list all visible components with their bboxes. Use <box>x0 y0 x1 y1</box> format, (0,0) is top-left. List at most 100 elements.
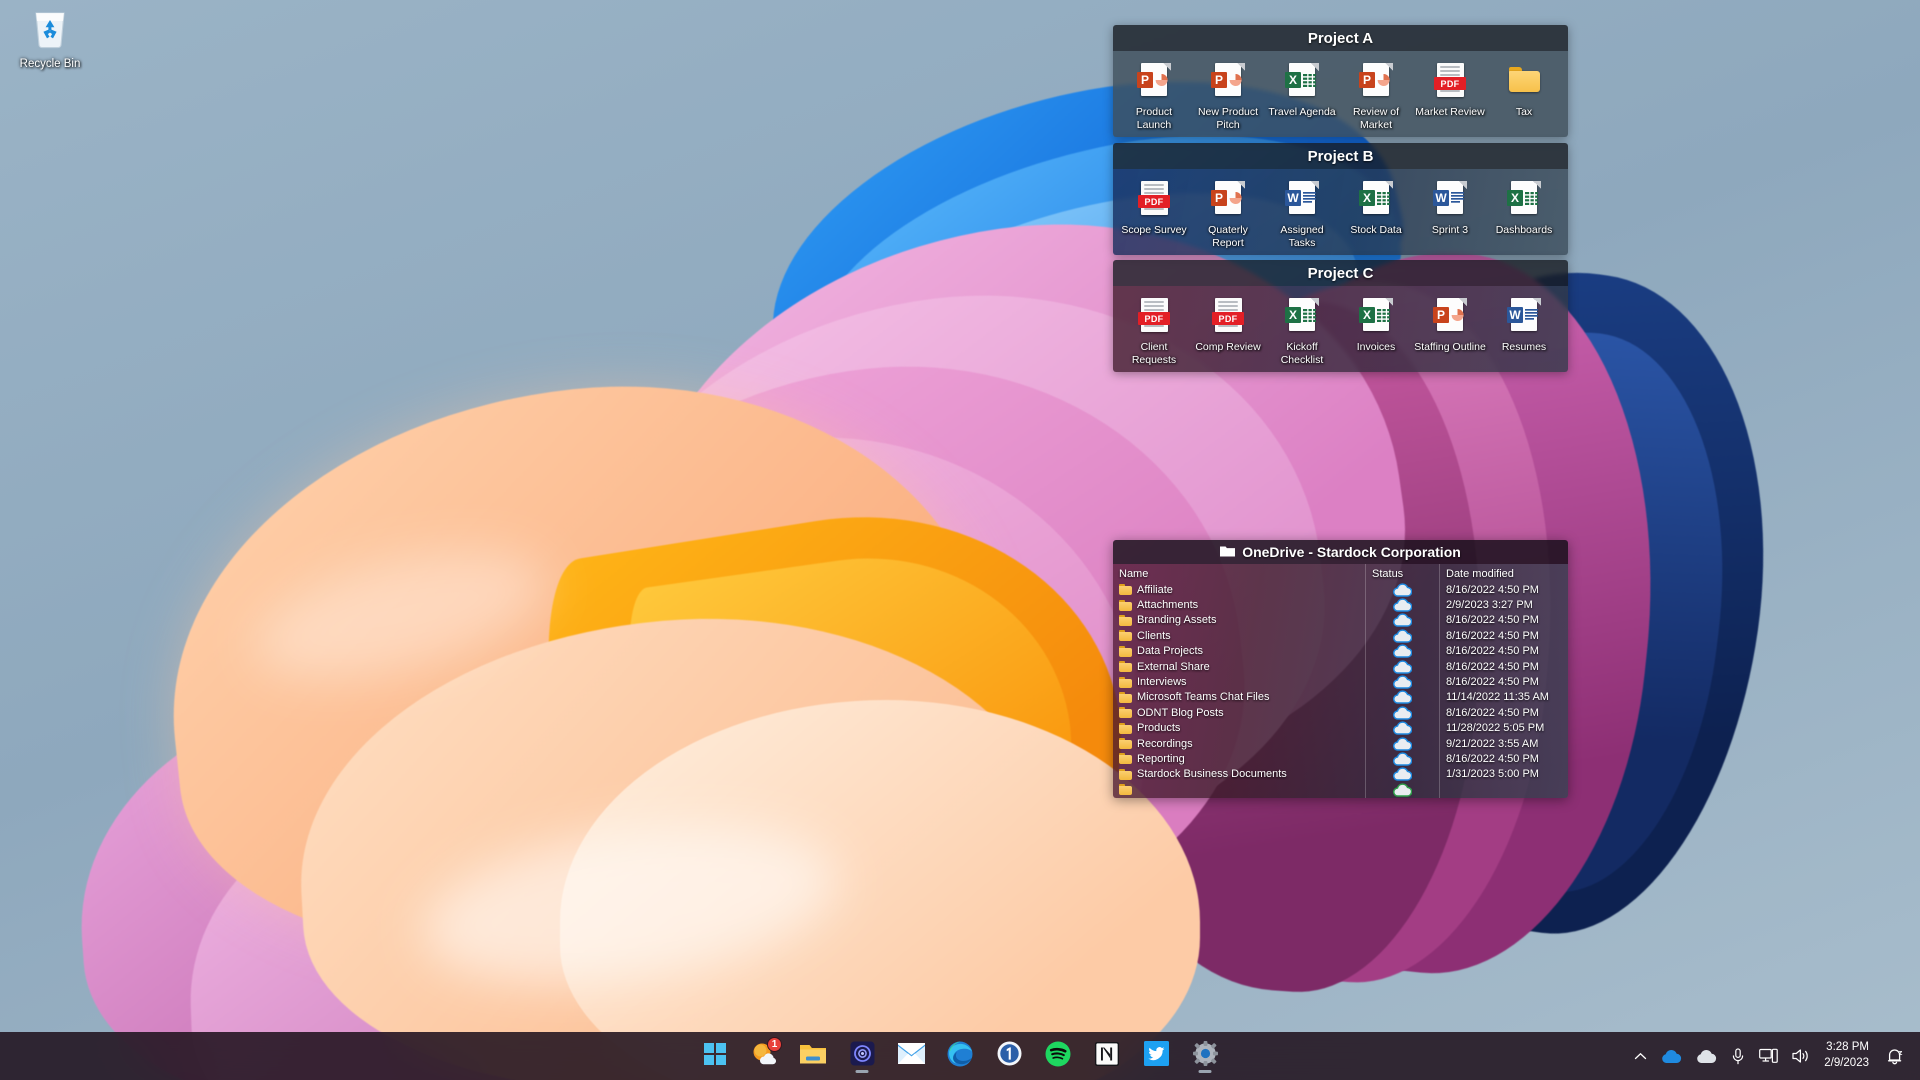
onedrive-row-date: 11/14/2022 11:35 AM <box>1446 691 1549 704</box>
tray-notifications[interactable]: z <box>1879 1036 1912 1076</box>
taskbar-button-groove[interactable] <box>842 1036 882 1076</box>
tray-onedrive-personal[interactable] <box>1689 1036 1724 1076</box>
folder-icon <box>1119 645 1132 657</box>
column-separator <box>1365 564 1366 798</box>
taskbar-button-onepassword[interactable] <box>989 1036 1029 1076</box>
fence-panel-project-b[interactable]: Project B PDF Scope Survey P Quaterly Re… <box>1113 143 1568 255</box>
tray-microphone[interactable] <box>1724 1036 1752 1076</box>
onedrive-row[interactable]: External Share 8/16/2022 4:50 PM <box>1113 659 1568 674</box>
cloud-online-icon <box>1365 752 1439 766</box>
onedrive-row[interactable]: Products 11/28/2022 5:05 PM <box>1113 721 1568 736</box>
onedrive-row[interactable]: Stardock Business Documents 1/31/2023 5:0… <box>1113 767 1568 782</box>
column-header-date-modified[interactable]: Date modified <box>1439 568 1568 580</box>
fence-item-review-of-market[interactable]: P Review of Market <box>1339 62 1413 132</box>
onedrive-row-name-text: ODNT Blog Posts <box>1137 706 1224 719</box>
active-indicator <box>1198 1070 1212 1073</box>
taskbar-clock[interactable]: 3:28 PM 2/9/2023 <box>1818 1036 1879 1076</box>
settings-gear-icon <box>1192 1041 1218 1071</box>
column-header-name[interactable]: Name <box>1113 568 1365 580</box>
fence-item-assigned-tasks[interactable]: W Assigned Tasks <box>1265 180 1339 250</box>
onedrive-row-date: 8/16/2022 4:50 PM <box>1446 752 1539 765</box>
excel-file-icon: X <box>1507 180 1541 220</box>
onedrive-row[interactable]: Reporting 8/16/2022 4:50 PM <box>1113 751 1568 766</box>
onedrive-row[interactable]: Recordings 9/21/2022 3:55 AM <box>1113 736 1568 751</box>
fence-item-product-launch[interactable]: P Product Launch <box>1117 62 1191 132</box>
pdf-file-icon: PDF <box>1137 297 1171 337</box>
fence-item-invoices[interactable]: X Invoices <box>1339 297 1413 354</box>
fence-item-dashboards[interactable]: X Dashboards <box>1487 180 1561 237</box>
twitter-icon <box>1143 1041 1169 1071</box>
fence-item-label: Travel Agenda <box>1268 106 1336 118</box>
powerpoint-file-icon: P <box>1359 62 1393 102</box>
onedrive-row-name: Affiliate <box>1113 584 1365 596</box>
taskbar-button-mail[interactable] <box>891 1036 931 1076</box>
onedrive-row[interactable]: Branding Assets 8/16/2022 4:50 PM <box>1113 613 1568 628</box>
network-icon <box>1759 1048 1779 1063</box>
onedrive-row-name: Products <box>1113 722 1365 734</box>
pdf-file-icon: PDF <box>1211 297 1245 337</box>
fence-item-sprint-3[interactable]: W Sprint 3 <box>1413 180 1487 237</box>
taskbar-button-start[interactable] <box>695 1036 735 1076</box>
taskbar-button-notion[interactable] <box>1087 1036 1127 1076</box>
onedrive-row[interactable]: Affiliate 8/16/2022 4:50 PM <box>1113 582 1568 597</box>
tray-volume[interactable] <box>1785 1036 1818 1076</box>
taskbar-button-file-explorer[interactable] <box>793 1036 833 1076</box>
tray-show-hidden-icons[interactable] <box>1627 1036 1654 1076</box>
cloud-online-icon <box>1365 629 1439 643</box>
fence-item-label: Client Requests <box>1131 341 1177 367</box>
cloud-online-icon <box>1365 598 1439 612</box>
fence-item-client-requests[interactable]: PDF Client Requests <box>1117 297 1191 367</box>
tray-onedrive-synced[interactable] <box>1654 1036 1689 1076</box>
fence-item-travel-agenda[interactable]: X Travel Agenda <box>1265 62 1339 119</box>
onedrive-row-name-text: Stardock Business Documents <box>1137 768 1287 781</box>
fence-item-market-review[interactable]: PDF Market Review <box>1413 62 1487 119</box>
tray-network[interactable] <box>1752 1036 1785 1076</box>
excel-file-icon: X <box>1285 62 1319 102</box>
onedrive-panel-title[interactable]: OneDrive - Stardock Corporation <box>1113 540 1568 564</box>
fence-item-tax[interactable]: Tax <box>1487 62 1561 119</box>
fence-item-quaterly-report[interactable]: P Quaterly Report <box>1191 180 1265 250</box>
column-header-status[interactable]: Status <box>1365 568 1439 580</box>
onedrive-row-name: Attachments <box>1113 599 1365 611</box>
onedrive-row[interactable]: ODNT Blog Posts 8/16/2022 4:50 PM <box>1113 705 1568 720</box>
speaker-icon <box>1792 1049 1808 1063</box>
onedrive-row-name-text: Clients <box>1137 629 1171 642</box>
mail-icon <box>897 1043 925 1069</box>
onedrive-row-name: ODNT Blog Posts <box>1113 707 1365 719</box>
fence-item-label: Market Review <box>1415 106 1485 118</box>
fence-title-project-b[interactable]: Project B <box>1113 143 1568 169</box>
onedrive-row-name-text: Data Projects <box>1137 645 1204 658</box>
onedrive-row[interactable]: Interviews 8/16/2022 4:50 PM <box>1113 674 1568 689</box>
onedrive-row-partial[interactable] <box>1113 782 1568 797</box>
powerpoint-file-icon: P <box>1211 62 1245 102</box>
onedrive-column-headers: Name Status Date modified <box>1113 564 1568 582</box>
onedrive-row-name: Reporting <box>1113 753 1365 765</box>
folder-icon <box>1119 614 1132 626</box>
fence-item-new-product-pitch[interactable]: P New Product Pitch <box>1191 62 1265 132</box>
onedrive-row[interactable]: Clients 8/16/2022 4:50 PM <box>1113 628 1568 643</box>
fence-item-kickoff-checklist[interactable]: X Kickoff Checklist <box>1265 297 1339 367</box>
desktop-icon-recycle-bin[interactable]: Recycle Bin <box>8 6 92 72</box>
taskbar-button-settings[interactable] <box>1185 1036 1225 1076</box>
onedrive-row-name-text: Microsoft Teams Chat Files <box>1137 691 1270 704</box>
onedrive-row[interactable]: Attachments 2/9/2023 3:27 PM <box>1113 597 1568 612</box>
onedrive-file-grid[interactable]: Name Status Date modified Affiliate 8/16/… <box>1113 564 1568 798</box>
taskbar-button-widgets[interactable]: 1 <box>744 1036 784 1076</box>
fence-item-stock-data[interactable]: X Stock Data <box>1339 180 1413 237</box>
fence-item-staffing-outline[interactable]: P Staffing Outline <box>1413 297 1487 354</box>
onedrive-row[interactable]: Microsoft Teams Chat Files 11/14/2022 11:… <box>1113 690 1568 705</box>
fence-item-comp-review[interactable]: PDF Comp Review <box>1191 297 1265 354</box>
fence-title-project-a[interactable]: Project A <box>1113 25 1568 51</box>
fence-panel-project-c[interactable]: Project C PDF Client Requests PDF Comp R… <box>1113 260 1568 372</box>
fence-title-project-c[interactable]: Project C <box>1113 260 1568 286</box>
fence-panel-onedrive[interactable]: OneDrive - Stardock Corporation Name Sta… <box>1113 540 1568 798</box>
taskbar-button-spotify[interactable] <box>1038 1036 1078 1076</box>
fence-panel-project-a[interactable]: Project A P Product Launch P New Product… <box>1113 25 1568 137</box>
taskbar-button-edge[interactable] <box>940 1036 980 1076</box>
taskbar-button-twitter[interactable] <box>1136 1036 1176 1076</box>
onedrive-row-name: Recordings <box>1113 738 1365 750</box>
cloud-online-icon <box>1365 721 1439 735</box>
fence-item-scope-survey[interactable]: PDF Scope Survey <box>1117 180 1191 237</box>
onedrive-row[interactable]: Data Projects 8/16/2022 4:50 PM <box>1113 644 1568 659</box>
fence-item-resumes[interactable]: W Resumes <box>1487 297 1561 354</box>
